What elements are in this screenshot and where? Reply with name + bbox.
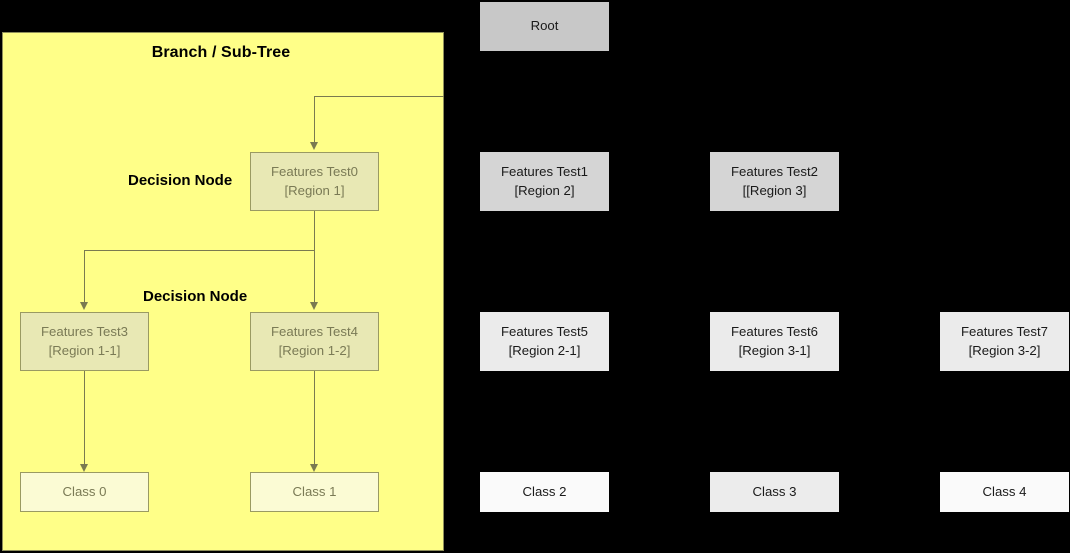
node-features-test4-line2: [Region 1-2] — [278, 342, 351, 358]
node-features-test4-line1: Features Test4 — [271, 324, 358, 340]
connector-test0-split-horizontal — [84, 250, 315, 251]
node-class-3-label: Class 3 — [752, 483, 797, 499]
node-features-test6-line2: [Region 3-1] — [738, 342, 811, 358]
node-features-test0[interactable]: Features Test0 [Region 1] — [250, 152, 379, 211]
connector-test0-down — [314, 211, 315, 250]
node-features-test7[interactable]: Features Test7 [Region 3-2] — [940, 312, 1069, 371]
arrowhead-into-test0 — [310, 142, 318, 150]
connector-test3-to-class0 — [84, 371, 85, 464]
node-class-3[interactable]: Class 3 — [710, 472, 839, 512]
node-features-test7-line2: [Region 3-2] — [968, 342, 1041, 358]
node-class-1[interactable]: Class 1 — [250, 472, 379, 512]
node-features-test1-line2: [Region 2] — [514, 182, 575, 198]
node-features-test3[interactable]: Features Test3 [Region 1-1] — [20, 312, 149, 371]
connector-test0-to-test4-vertical — [314, 250, 315, 302]
branch-subtree-title: Branch / Sub-Tree — [151, 44, 291, 61]
node-features-test3-line2: [Region 1-1] — [48, 342, 121, 358]
annotation-decision-node-lower: Decision Node — [143, 288, 248, 305]
node-class-1-label: Class 1 — [292, 483, 337, 499]
node-class-2-label: Class 2 — [522, 483, 567, 499]
connector-test4-to-class1 — [314, 371, 315, 464]
node-features-test6-line1: Features Test6 — [731, 324, 818, 340]
node-features-test0-line1: Features Test0 — [271, 164, 358, 180]
node-features-test0-line2: [Region 1] — [284, 182, 345, 198]
connector-test0-to-test3-vertical — [84, 250, 85, 302]
node-features-test1-line1: Features Test1 — [501, 164, 588, 180]
node-features-test6[interactable]: Features Test6 [Region 3-1] — [710, 312, 839, 371]
node-features-test2[interactable]: Features Test2 [[Region 3] — [710, 152, 839, 211]
connector-parent-to-test0-vertical — [314, 96, 315, 142]
arrowhead-into-test4 — [310, 302, 318, 310]
node-features-test1[interactable]: Features Test1 [Region 2] — [480, 152, 609, 211]
arrowhead-into-class0 — [80, 464, 88, 472]
node-features-test2-line2: [[Region 3] — [742, 182, 807, 198]
node-features-test3-line1: Features Test3 — [41, 324, 128, 340]
node-class-4[interactable]: Class 4 — [940, 472, 1069, 512]
node-class-4-label: Class 4 — [982, 483, 1027, 499]
arrowhead-into-test3 — [80, 302, 88, 310]
node-features-test5[interactable]: Features Test5 [Region 2-1] — [480, 312, 609, 371]
connector-parent-to-test0-horizontal — [314, 96, 444, 97]
node-root-label: Root — [530, 18, 559, 34]
node-features-test7-line1: Features Test7 — [961, 324, 1048, 340]
node-class-0-label: Class 0 — [62, 483, 107, 499]
node-features-test2-line1: Features Test2 — [731, 164, 818, 180]
node-class-2[interactable]: Class 2 — [480, 472, 609, 512]
node-features-test5-line1: Features Test5 — [501, 324, 588, 340]
node-features-test4[interactable]: Features Test4 [Region 1-2] — [250, 312, 379, 371]
node-features-test5-line2: [Region 2-1] — [508, 342, 581, 358]
node-class-0[interactable]: Class 0 — [20, 472, 149, 512]
arrowhead-into-class1 — [310, 464, 318, 472]
node-root[interactable]: Root — [480, 2, 609, 51]
annotation-decision-node-upper: Decision Node — [128, 172, 233, 189]
diagram-canvas: Branch / Sub-Tree Features Test0 [Region… — [0, 0, 1070, 553]
